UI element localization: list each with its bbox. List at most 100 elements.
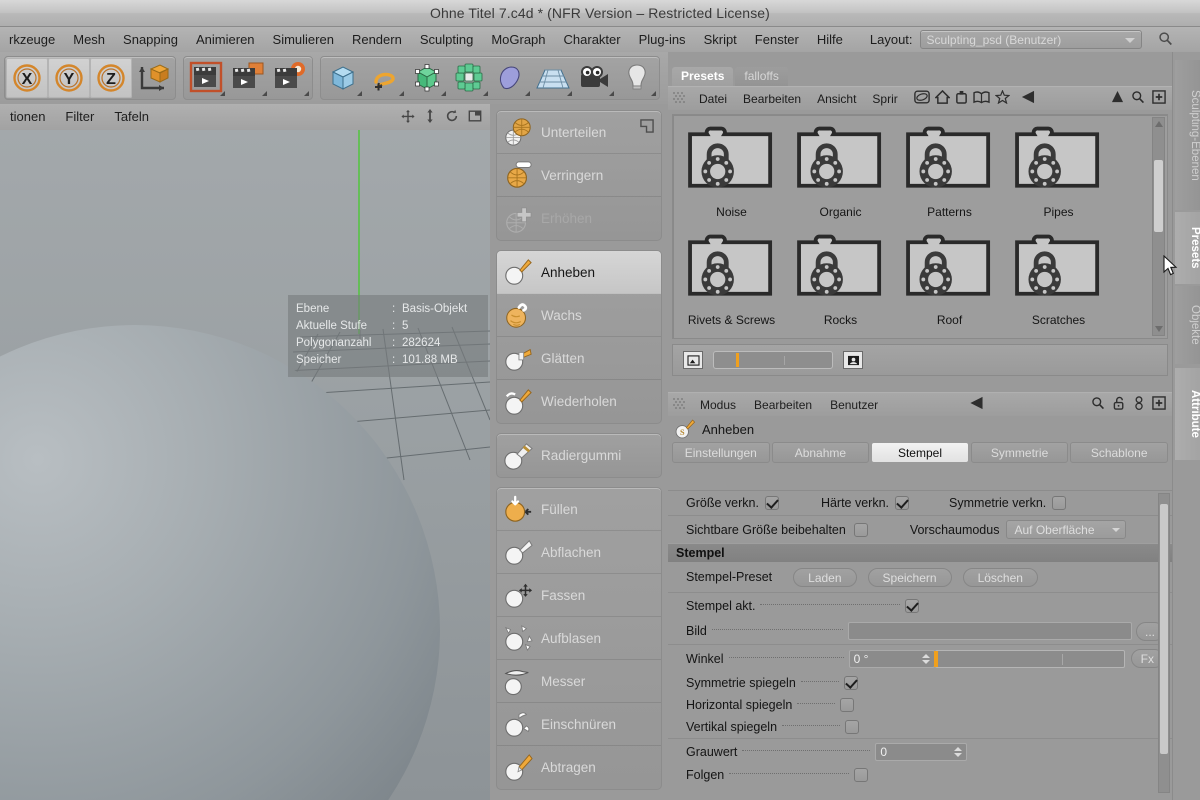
preset-thumbnail[interactable]: Roof (895, 227, 1004, 335)
favorites-icon[interactable] (994, 89, 1011, 107)
sculpt-tool-abflachen[interactable]: Abflachen (497, 531, 661, 574)
side-tab-attribute[interactable]: Attribute (1175, 368, 1200, 460)
camera-button[interactable] (574, 58, 616, 98)
preset-thumbnail[interactable]: Pipes (1004, 119, 1113, 227)
attribute-menu-item-modus[interactable]: Modus (691, 393, 745, 417)
back-arrow-icon[interactable] (967, 396, 985, 413)
sichtbare-groesse-checkbox[interactable] (853, 522, 868, 537)
symmetrie-spiegeln-checkbox[interactable] (843, 676, 858, 690)
render-region-button[interactable] (227, 58, 269, 98)
grauwert-input[interactable]: 0 (875, 742, 968, 761)
sculpt-tool-messer[interactable]: Messer (497, 660, 661, 703)
floor-button[interactable] (532, 58, 574, 98)
attribute-tab-abnahme[interactable]: Abnahme (771, 442, 870, 463)
sculpt-tool-glätten[interactable]: Glätten (497, 337, 661, 380)
sculpt-tool-aufblasen[interactable]: Aufblasen (497, 617, 661, 660)
preset-thumbnail[interactable]: Noise (677, 119, 786, 227)
up-arrow-icon[interactable] (1111, 90, 1124, 107)
sculpt-tool-wiederholen[interactable]: Wiederholen (497, 380, 661, 423)
horizontal-spiegeln-checkbox[interactable] (840, 698, 855, 712)
menu-item-simulieren[interactable]: Simulieren (264, 27, 343, 52)
winkel-slider[interactable] (933, 649, 1125, 668)
vertikal-spiegeln-checkbox[interactable] (845, 720, 860, 734)
spline-button[interactable] (364, 58, 406, 98)
scrollbar-thumb[interactable] (1154, 160, 1163, 232)
slider-handle[interactable] (736, 353, 739, 367)
rotate-icon[interactable] (445, 109, 459, 126)
render-view-button[interactable] (185, 58, 227, 98)
unlock-icon[interactable] (1113, 396, 1126, 413)
plus-box-icon[interactable] (1152, 90, 1166, 107)
presets-tab-falloffs[interactable]: falloffs (735, 67, 788, 86)
user-content-icon[interactable] (955, 90, 968, 107)
search-icon[interactable] (1131, 90, 1145, 107)
layout-dropdown[interactable]: Sculpting_psd (Benutzer) (919, 30, 1142, 49)
stempel-akt-checkbox[interactable] (905, 598, 920, 613)
viewport-menu-item-tafeln[interactable]: Tafeln (104, 104, 159, 130)
presets-menu-item-bearbeiten[interactable]: Bearbeiten (735, 87, 809, 111)
menu-item-mograph[interactable]: MoGraph (482, 27, 554, 52)
back-arrow-icon[interactable] (1019, 90, 1036, 107)
attribute-tab-symmetrie[interactable]: Symmetrie (970, 442, 1069, 463)
3d-viewport[interactable]: Ebene: Basis-Objekt Aktuelle Stufe:5 Poly… (0, 130, 490, 800)
sculpt-tool-anheben[interactable]: Anheben (497, 251, 661, 294)
winkel-input[interactable]: 0 ° (848, 649, 935, 668)
sculpt-tool-verringern[interactable]: Verringern (497, 154, 661, 197)
presets-menu-item-ansicht[interactable]: Ansicht (809, 87, 864, 111)
winkel-stepper[interactable] (921, 653, 930, 664)
menu-item-plug-ins[interactable]: Plug-ins (630, 27, 695, 52)
preset-thumbnail[interactable]: Rivets & Screws (677, 227, 786, 335)
home-icon[interactable] (933, 89, 951, 107)
link-icon[interactable] (1134, 396, 1144, 413)
menu-item-mesh[interactable]: Mesh (64, 27, 114, 52)
axis-y-button[interactable]: Y (48, 58, 90, 98)
axis-z-button[interactable]: Z (90, 58, 132, 98)
preset-thumbnail[interactable]: Organic (786, 119, 895, 227)
menu-item-hilfe[interactable]: Hilfe (808, 27, 852, 52)
speichern-button[interactable]: Speichern (867, 567, 952, 587)
large-thumbnail-icon[interactable] (843, 351, 863, 369)
loeschen-button[interactable]: Löschen (962, 567, 1038, 587)
axis-x-button[interactable]: X (6, 58, 48, 98)
scale-icon[interactable] (424, 108, 436, 126)
presets-menu-item-datei[interactable]: Datei (691, 87, 735, 111)
viewport-menu-item-tionen[interactable]: tionen (0, 104, 55, 130)
presets-menu-item-sprir[interactable]: Sprir (864, 87, 905, 111)
folgen-checkbox[interactable] (854, 768, 869, 782)
plus-box-icon[interactable] (1152, 396, 1166, 413)
attribute-menu-item-benutzer[interactable]: Benutzer (821, 393, 887, 417)
scroll-down-arrow-icon[interactable] (1155, 326, 1163, 332)
menu-item-charakter[interactable]: Charakter (555, 27, 630, 52)
attribute-tab-stempel[interactable]: Stempel (871, 442, 969, 463)
side-tab-objekte[interactable]: Objekte (1175, 286, 1200, 364)
menu-item-skript[interactable]: Skript (695, 27, 746, 52)
presets-tab-presets[interactable]: Presets (672, 67, 734, 86)
symmetrie-verkn-checkbox[interactable] (1052, 496, 1067, 510)
maximize-icon[interactable] (468, 109, 482, 126)
side-tab-presets[interactable]: Presets (1175, 212, 1200, 284)
render-settings-button[interactable] (269, 58, 311, 98)
sculpt-tool-radiergummi[interactable]: Radiergummi (497, 434, 661, 477)
scroll-up-arrow-icon[interactable] (1155, 121, 1163, 127)
attribute-scrollbar[interactable] (1158, 493, 1170, 793)
menu-item-fenster[interactable]: Fenster (746, 27, 808, 52)
menu-item-rkzeuge[interactable]: rkzeuge (0, 27, 64, 52)
side-tab-sculpting-ebenen[interactable]: Sculpting-Ebenen (1175, 60, 1200, 210)
sculpt-tool-fassen[interactable]: Fassen (497, 574, 661, 617)
sculpt-tool-unterteilen[interactable]: Unterteilen (497, 111, 661, 154)
search-icon[interactable] (1091, 396, 1105, 413)
light-button[interactable] (616, 58, 658, 98)
sculpt-tool-einschnüren[interactable]: Einschnüren (497, 703, 661, 746)
presets-scrollbar[interactable] (1152, 117, 1165, 336)
haerte-verkn-checkbox[interactable] (895, 496, 910, 510)
attribute-tab-einstellungen[interactable]: Einstellungen (672, 442, 770, 463)
thumbnail-size-slider[interactable] (713, 351, 833, 369)
move-icon[interactable] (401, 109, 415, 126)
preset-thumbnail[interactable]: Patterns (895, 119, 1004, 227)
browser-icon[interactable] (913, 90, 930, 107)
grauwert-stepper[interactable] (954, 746, 963, 757)
scrollbar-thumb[interactable] (1160, 504, 1168, 754)
menu-item-rendern[interactable]: Rendern (343, 27, 411, 52)
groesse-verkn-checkbox[interactable] (764, 496, 779, 510)
menu-item-sculpting[interactable]: Sculpting (411, 27, 482, 52)
